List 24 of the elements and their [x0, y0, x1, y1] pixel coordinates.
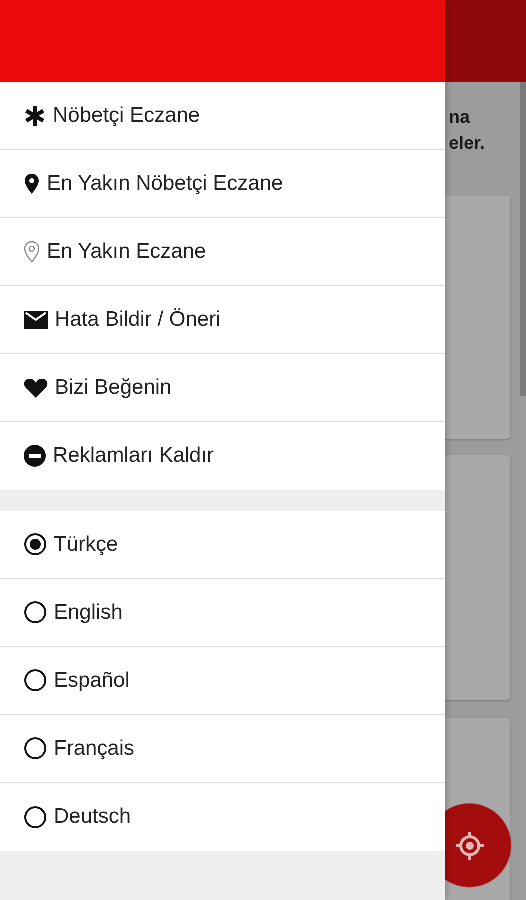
menu-item[interactable]: En Yakın Nöbetçi Eczane: [0, 150, 445, 218]
radio-icon: [24, 601, 47, 624]
minus-circle-icon: [24, 445, 46, 467]
heart-icon: [24, 378, 48, 398]
map-pin-icon: [24, 172, 40, 194]
language-option[interactable]: Deutsch: [0, 783, 445, 851]
envelope-icon: [24, 310, 48, 330]
language-option[interactable]: Türkçe: [0, 511, 445, 579]
menu-item[interactable]: Bizi Beğenin: [0, 354, 445, 422]
radio-icon: [24, 737, 47, 760]
language-option[interactable]: Español: [0, 647, 445, 715]
language-option[interactable]: English: [0, 579, 445, 647]
partial-text: eler.: [449, 132, 486, 155]
radio-icon: [24, 669, 47, 692]
menu-item[interactable]: En Yakın Eczane: [0, 218, 445, 286]
radio-icon: [24, 806, 47, 828]
menu-item[interactable]: Hata Bildir / Öneri: [0, 286, 445, 354]
partial-text: na: [449, 106, 472, 129]
menu-item[interactable]: Reklamları Kaldır: [0, 422, 445, 490]
menu-item[interactable]: Nöbetçi Eczane: [0, 82, 445, 150]
asterisk-icon: [24, 104, 46, 126]
map-pin-outline-icon: [24, 240, 40, 262]
radio-icon: [24, 533, 47, 556]
language-option[interactable]: Français: [0, 715, 445, 783]
